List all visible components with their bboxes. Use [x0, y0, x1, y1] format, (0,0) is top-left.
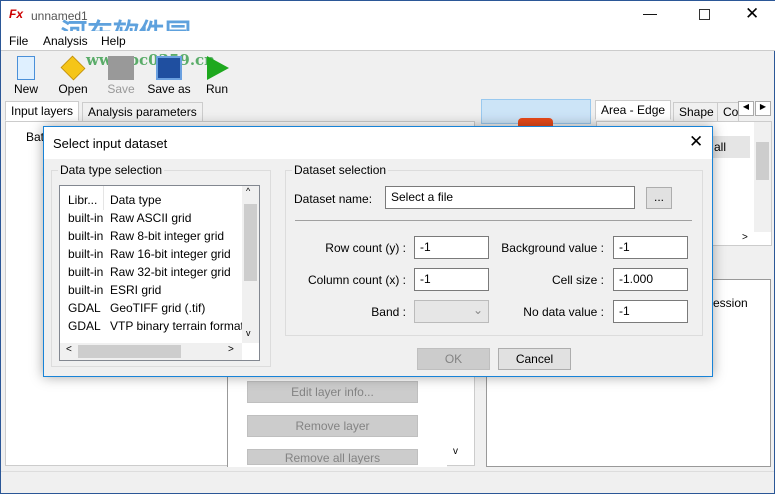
library-cell: built-in	[68, 247, 104, 261]
library-cell: built-in	[68, 229, 104, 243]
data-type-cell: ESRI grid	[110, 283, 162, 297]
data-type-cell: Raw 32-bit integer grid	[110, 265, 231, 279]
background-value-input[interactable]: -1	[613, 236, 688, 259]
toolbar: New Open Save Save as Run	[1, 52, 775, 98]
vertical-scrollbar[interactable]	[754, 122, 771, 232]
library-cell: built-in	[68, 211, 104, 225]
data-type-list[interactable]: Libr... Data type built-in Raw ASCII grid b…	[59, 185, 260, 361]
save-as-label: Save as	[147, 82, 191, 96]
maximize-icon[interactable]	[699, 9, 710, 20]
row-count-label: Row count (y) :	[325, 241, 406, 255]
dialog-close-icon[interactable]: ✕	[689, 132, 703, 152]
save-label: Save	[107, 82, 135, 96]
select-all-header[interactable]: all	[712, 136, 750, 158]
band-label: Band :	[371, 305, 406, 319]
column-count-input[interactable]: -1	[414, 268, 489, 291]
band-select[interactable]: ⌄	[414, 300, 489, 323]
cell-size-input[interactable]: -1.000	[613, 268, 688, 291]
run-play-icon	[207, 56, 229, 80]
separator	[295, 220, 692, 221]
dialog-title-bar: Select input dataset ✕	[44, 127, 712, 159]
list-vertical-scrollbar[interactable]: ^ v	[242, 186, 259, 343]
menu-file[interactable]: File	[9, 34, 28, 48]
save-button[interactable]: Save	[97, 56, 145, 96]
menu-analysis[interactable]: Analysis	[43, 34, 88, 48]
app-icon: Fx	[9, 7, 24, 21]
list-horizontal-scrollbar[interactable]: < >	[60, 343, 242, 360]
background-value-label: Background value :	[501, 241, 604, 255]
data-type-cell: GeoTIFF grid (.tif)	[110, 301, 206, 315]
tab-scroll-right-icon[interactable]: ▶	[755, 101, 771, 116]
column-count-label: Column count (x) :	[307, 273, 406, 287]
run-button[interactable]: Run	[193, 56, 241, 96]
new-button[interactable]: New	[2, 56, 50, 96]
tab-area-edge[interactable]: Area - Edge	[595, 100, 672, 120]
data-type-group-label: Data type selection	[58, 163, 165, 177]
no-data-value-input[interactable]: -1	[613, 300, 688, 323]
library-cell: built-in	[68, 265, 104, 279]
row-count-input[interactable]: -1	[414, 236, 489, 259]
tab-analysis-parameters[interactable]: Analysis parameters	[82, 102, 203, 122]
no-data-value-label: No data value :	[523, 305, 604, 319]
data-type-group: Data type selection Libr... Data type bui…	[51, 163, 271, 367]
minimize-icon[interactable]: —	[643, 5, 657, 21]
cancel-button[interactable]: Cancel	[498, 348, 571, 370]
new-label: New	[13, 82, 38, 96]
menu-bar: File Analysis Help	[1, 31, 775, 51]
tab-shape[interactable]: Shape	[673, 102, 720, 122]
open-folder-icon	[60, 55, 86, 81]
new-document-icon	[17, 56, 35, 80]
scroll-right-icon[interactable]: >	[742, 232, 748, 243]
ok-button[interactable]: OK	[417, 348, 490, 370]
status-bar	[1, 471, 774, 493]
data-type-cell: Raw 16-bit integer grid	[110, 247, 231, 261]
remove-all-layers-button[interactable]: Remove all layers	[247, 449, 418, 465]
browse-button[interactable]: ...	[646, 187, 672, 209]
open-button[interactable]: Open	[49, 55, 97, 96]
scroll-down-icon[interactable]: v	[453, 446, 458, 457]
tab-scroll-left-icon[interactable]: ◀	[738, 101, 754, 116]
library-cell: built-in	[68, 283, 104, 297]
library-cell: GDAL	[68, 319, 101, 333]
dataset-selection-group: Dataset selection Dataset name: Select a…	[285, 163, 703, 336]
edit-layer-info-button[interactable]: Edit layer info...	[247, 381, 418, 403]
tab-input-layers[interactable]: Input layers	[5, 101, 80, 121]
close-icon[interactable]: ✕	[745, 4, 759, 24]
run-label: Run	[205, 82, 228, 96]
column-header-data-type[interactable]: Data type	[110, 193, 161, 207]
save-as-button[interactable]: Save as	[145, 56, 193, 96]
data-type-cell: VTP binary terrain format	[110, 319, 242, 333]
library-cell: GDAL	[68, 301, 101, 315]
menu-help[interactable]: Help	[101, 34, 126, 48]
dialog-title: Select input dataset	[53, 136, 168, 151]
dataset-group-label: Dataset selection	[292, 163, 389, 177]
data-type-cell: Raw ASCII grid	[110, 211, 192, 225]
dataset-name-input[interactable]: Select a file	[385, 186, 635, 209]
dataset-name-label: Dataset name:	[294, 192, 373, 206]
chevron-down-icon: ⌄	[472, 303, 483, 317]
tab-co[interactable]: Co	[717, 102, 739, 122]
batch-group-label: Bat	[26, 130, 45, 144]
save-as-icon	[156, 56, 182, 80]
select-input-dataset-dialog: Select input dataset ✕ Data type selecti…	[43, 126, 713, 377]
data-type-cell: Raw 8-bit integer grid	[110, 229, 225, 243]
open-label: Open	[58, 82, 88, 96]
results-text: ession	[713, 296, 748, 310]
column-header-library[interactable]: Libr...	[68, 193, 97, 207]
remove-layer-button[interactable]: Remove layer	[247, 415, 418, 437]
cell-size-label: Cell size :	[551, 273, 604, 287]
save-icon	[108, 56, 134, 80]
